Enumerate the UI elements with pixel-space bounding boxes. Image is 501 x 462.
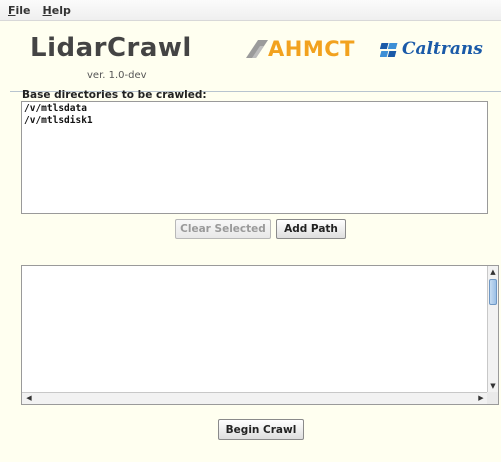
vertical-scrollbar[interactable]: ▲ ▼ (487, 266, 498, 392)
directory-item[interactable]: /v/mtlsdata (24, 103, 485, 115)
caltrans-logo: Caltrans (380, 39, 495, 63)
app-version: ver. 1.0-dev (87, 70, 147, 81)
directory-item[interactable]: /v/mtlsdisk1 (24, 115, 485, 127)
scroll-up-arrow-icon[interactable]: ▲ (488, 267, 498, 277)
menu-bar: File Help (0, 0, 501, 21)
scroll-corner (487, 392, 498, 404)
menu-file[interactable]: File (4, 4, 35, 17)
begin-crawl-button[interactable]: Begin Crawl (218, 419, 304, 440)
horizontal-scrollbar[interactable]: ◀ ▶ (22, 392, 487, 404)
scroll-left-arrow-icon[interactable]: ◀ (24, 393, 34, 403)
ahmct-logo: AHMCT (246, 37, 361, 62)
directories-list[interactable]: /v/mtlsdata /v/mtlsdisk1 (21, 101, 488, 214)
add-path-button[interactable]: Add Path (276, 219, 346, 239)
app-title: LidarCrawl (30, 33, 192, 63)
caltrans-logo-text: Caltrans (402, 39, 483, 59)
ahmct-mark-icon (246, 40, 268, 58)
menu-help[interactable]: Help (39, 4, 75, 17)
vertical-scroll-thumb[interactable] (489, 279, 497, 305)
log-output-area[interactable]: ▲ ▼ ◀ ▶ (21, 265, 499, 405)
clear-selected-button[interactable]: Clear Selected (175, 219, 271, 239)
ahmct-logo-text: AHMCT (268, 37, 355, 61)
scroll-right-arrow-icon[interactable]: ▶ (476, 393, 486, 403)
directories-label: Base directories to be crawled: (22, 89, 207, 101)
caltrans-mark-icon (380, 43, 398, 57)
scroll-down-arrow-icon[interactable]: ▼ (488, 381, 498, 391)
